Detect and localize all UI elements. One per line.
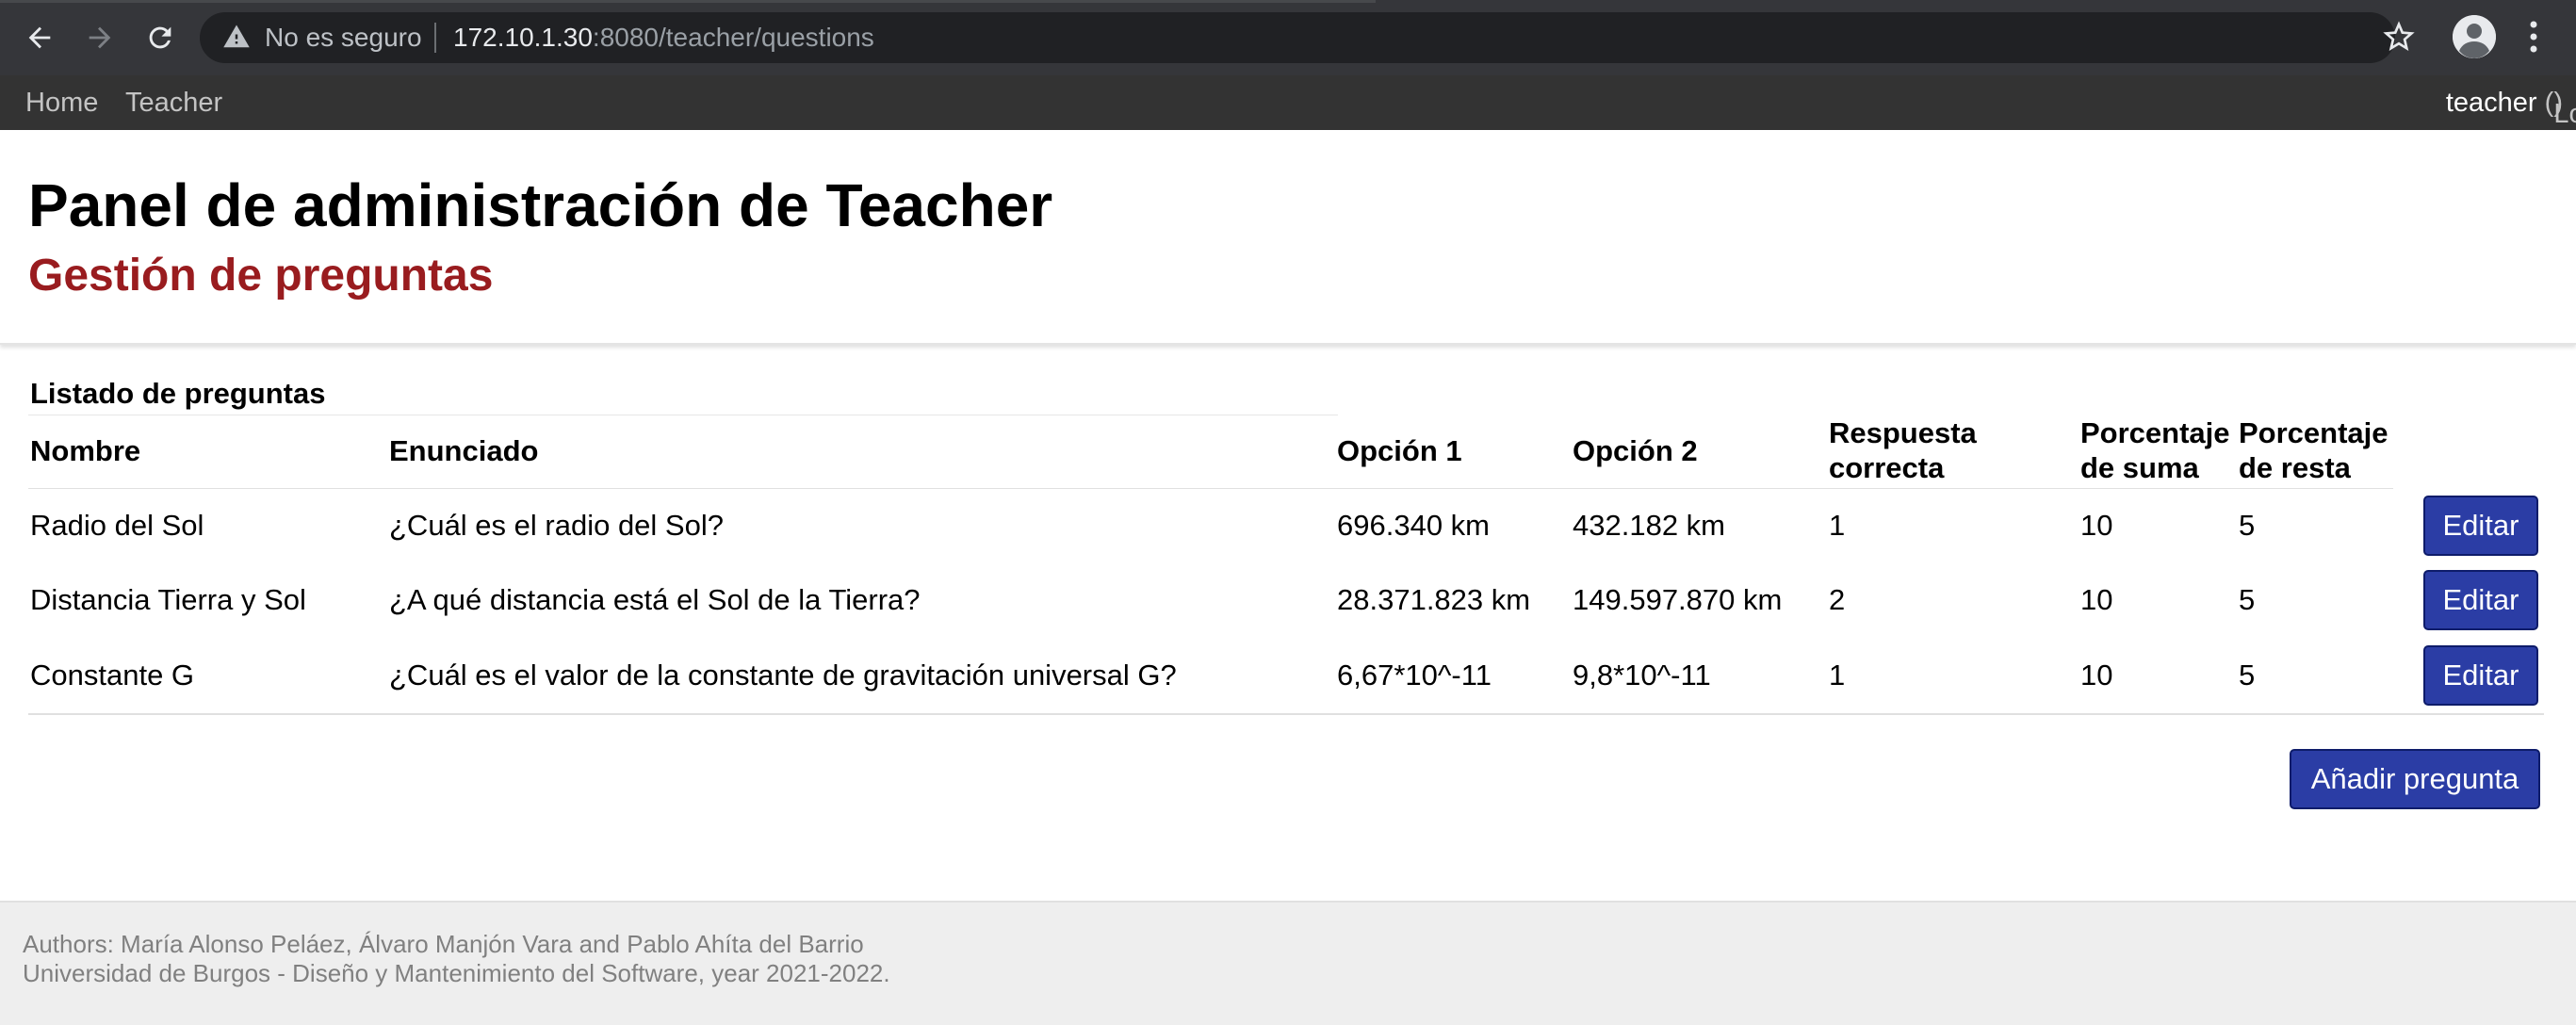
cell-enunciado: ¿A qué distancia está el Sol de la Tierr… [389,583,921,616]
footer-university: Universidad de Burgos - Diseño y Manteni… [23,959,890,987]
url-text[interactable]: 172.10.1.30:8080/teacher/questions [453,21,874,55]
open-paren: ( [2544,88,2554,118]
user-info: teacher (Log out) [2445,87,2576,129]
cell-suma: 10 [2080,509,2113,542]
page-footer: Authors: María Alonso Peláez, Álvaro Man… [0,901,2576,1025]
star-icon[interactable] [2380,18,2418,56]
cell-nombre: Constante G [30,659,195,691]
cell-nombre: Distancia Tierra y Sol [30,583,306,616]
edit-button[interactable]: Editar [2423,570,2538,630]
back-arrow-icon[interactable] [19,17,60,58]
cell-resta: 5 [2239,659,2256,691]
tab-strip-edge [0,0,1376,3]
cell-nombre: Radio del Sol [30,509,204,542]
header-opcion2: Opción 2 [1573,434,1698,467]
cell-enunciado: ¿Cuál es el radio del Sol? [389,509,724,542]
cell-opcion2: 432.182 km [1573,509,1725,542]
header-divider [28,488,2393,489]
site-navbar: Home Teacher teacher (Log out) [0,75,2576,130]
page-header: Panel de administración de Teacher Gesti… [0,130,2576,345]
browser-toolbar: No es seguro 172.10.1.30:8080/teacher/qu… [0,0,2576,75]
cell-resta: 5 [2239,509,2256,542]
header-porcentaje-suma: Porcentaje de suma [2080,415,2230,485]
header-suma-line2: de suma [2080,451,2199,484]
page-title: Panel de administración de Teacher [28,171,1053,239]
table-bottom-border [28,713,2544,715]
cell-enunciado: ¿Cuál es el valor de la constante de gra… [389,659,1177,691]
header-respuesta-line1: Respuesta [1829,416,1977,449]
cell-suma: 10 [2080,583,2113,616]
more-vert-icon[interactable] [2519,16,2548,57]
profile-icon[interactable] [2453,15,2496,58]
logout-link[interactable]: Log out [2553,98,2576,130]
cell-resta: 5 [2239,583,2256,616]
header-resta-line2: de resta [2239,451,2351,484]
cell-respuesta: 2 [1829,583,1846,616]
url-host: 172.10.1.30 [453,23,593,52]
table-caption: Listado de preguntas [30,377,326,410]
nav-link-home[interactable]: Home [25,87,98,119]
page-subtitle: Gestión de preguntas [28,251,494,301]
header-respuesta-correcta: Respuesta correcta [1829,415,1977,485]
header-resta-line1: Porcentaje [2239,416,2389,449]
footer-authors: Authors: María Alonso Peláez, Álvaro Man… [23,930,864,958]
omnibox-separator [434,23,436,53]
cell-respuesta: 1 [1829,659,1846,691]
header-suma-line1: Porcentaje [2080,416,2230,449]
header-enunciado: Enunciado [389,434,539,467]
forward-arrow-icon[interactable] [79,17,121,58]
reload-icon[interactable] [139,17,181,58]
nav-link-teacher[interactable]: Teacher [125,87,222,119]
cell-opcion2: 149.597.870 km [1573,583,1783,616]
cell-opcion1: 28.371.823 km [1337,583,1531,616]
cell-opcion1: 696.340 km [1337,509,1490,542]
header-opcion1: Opción 1 [1337,434,1462,467]
edit-button[interactable]: Editar [2423,645,2538,706]
cell-respuesta: 1 [1829,509,1846,542]
cell-opcion1: 6,67*10^-11 [1337,659,1492,691]
cell-opcion2: 9,8*10^-11 [1573,659,1711,691]
security-status-label[interactable]: No es seguro [265,21,422,55]
header-porcentaje-resta: Porcentaje de resta [2239,415,2389,485]
warning-icon [223,24,250,48]
header-respuesta-line2: correcta [1829,451,1945,484]
edit-button[interactable]: Editar [2423,496,2538,556]
username-label: teacher [2445,88,2537,118]
url-path: :8080/teacher/questions [592,23,874,52]
header-nombre: Nombre [30,434,141,467]
add-question-button[interactable]: Añadir pregunta [2290,749,2540,809]
cell-suma: 10 [2080,659,2113,691]
